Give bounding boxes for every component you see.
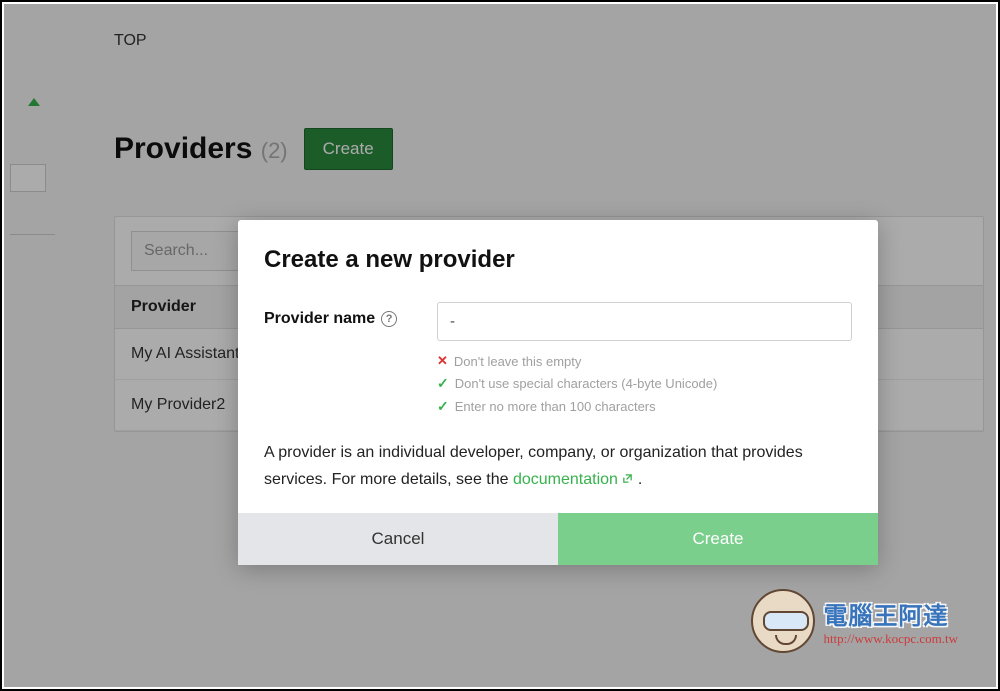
help-icon[interactable]: ?: [381, 311, 397, 327]
modal-body: Create a new provider Provider name ? ✕ …: [238, 220, 878, 513]
watermark-title: 電腦王阿達: [823, 596, 958, 631]
validation-hints: ✕ Don't leave this empty ✓ Don't use spe…: [437, 353, 852, 415]
modal-footer: Cancel Create: [238, 513, 878, 565]
watermark-avatar-icon: [751, 589, 815, 653]
hint-special-text: Don't use special characters (4-byte Uni…: [455, 376, 718, 391]
modal-description: A provider is an individual developer, c…: [264, 439, 852, 493]
check-icon: ✓: [437, 375, 449, 392]
hint-special: ✓ Don't use special characters (4-byte U…: [437, 375, 852, 392]
app-frame: TOP Providers (2) Create Provider My AI …: [0, 0, 1000, 691]
external-link-icon: [622, 473, 633, 484]
watermark-url: http://www.kocpc.com.tw: [823, 631, 958, 647]
watermark-text: 電腦王阿達 http://www.kocpc.com.tw: [823, 596, 958, 647]
provider-name-input-col: ✕ Don't leave this empty ✓ Don't use spe…: [437, 302, 852, 415]
check-icon: ✓: [437, 398, 449, 415]
modal-title: Create a new provider: [264, 246, 852, 274]
provider-name-row: Provider name ? ✕ Don't leave this empty…: [264, 302, 852, 415]
provider-name-input[interactable]: [437, 302, 852, 341]
hint-empty: ✕ Don't leave this empty: [437, 353, 852, 369]
submit-create-button[interactable]: Create: [558, 513, 878, 565]
desc-suffix: .: [633, 471, 642, 488]
cancel-button[interactable]: Cancel: [238, 513, 558, 565]
watermark: 電腦王阿達 http://www.kocpc.com.tw: [751, 589, 958, 653]
documentation-link-text: documentation: [513, 471, 618, 488]
hint-length-text: Enter no more than 100 characters: [455, 399, 656, 414]
provider-name-label-text: Provider name: [264, 310, 375, 328]
hint-length: ✓ Enter no more than 100 characters: [437, 398, 852, 415]
documentation-link[interactable]: documentation: [513, 471, 633, 488]
hint-empty-text: Don't leave this empty: [454, 354, 582, 369]
x-icon: ✕: [437, 353, 448, 369]
provider-name-label: Provider name ?: [264, 302, 419, 328]
create-provider-modal: Create a new provider Provider name ? ✕ …: [238, 220, 878, 565]
